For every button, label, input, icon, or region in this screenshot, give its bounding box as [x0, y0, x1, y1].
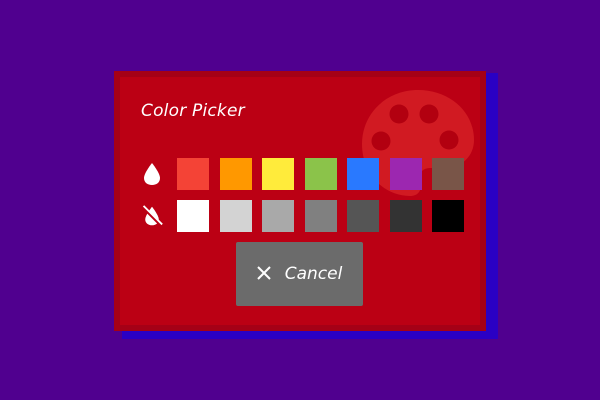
color-swatch-7[interactable] — [432, 158, 464, 190]
dialog-title: Color Picker — [141, 101, 245, 121]
gray-swatch-4[interactable] — [304, 200, 337, 232]
color-swatch-6[interactable] — [389, 158, 422, 190]
color-swatches — [177, 158, 475, 190]
gray-swatches — [177, 200, 475, 232]
gray-swatch-5[interactable] — [347, 200, 379, 232]
cancel-label: Cancel — [284, 264, 343, 284]
page: Color Picker Cancel — [0, 0, 600, 400]
gray-swatch-3[interactable] — [262, 200, 294, 232]
gray-row — [141, 199, 475, 233]
gray-swatch-2[interactable] — [219, 200, 252, 232]
droplet-off-icon — [141, 203, 163, 229]
close-icon — [256, 265, 271, 284]
color-picker-dialog: Color Picker Cancel — [114, 71, 486, 331]
color-swatch-2[interactable] — [219, 158, 252, 190]
gray-swatch-7[interactable] — [432, 200, 464, 232]
gray-swatch-1[interactable] — [177, 200, 209, 232]
color-swatch-5[interactable] — [347, 158, 379, 190]
color-swatch-1[interactable] — [177, 158, 209, 190]
color-swatch-3[interactable] — [262, 158, 294, 190]
color-swatch-4[interactable] — [304, 158, 337, 190]
color-row — [141, 157, 475, 191]
cancel-button[interactable]: Cancel — [236, 242, 363, 306]
droplet-icon — [141, 161, 163, 187]
gray-swatch-6[interactable] — [389, 200, 422, 232]
